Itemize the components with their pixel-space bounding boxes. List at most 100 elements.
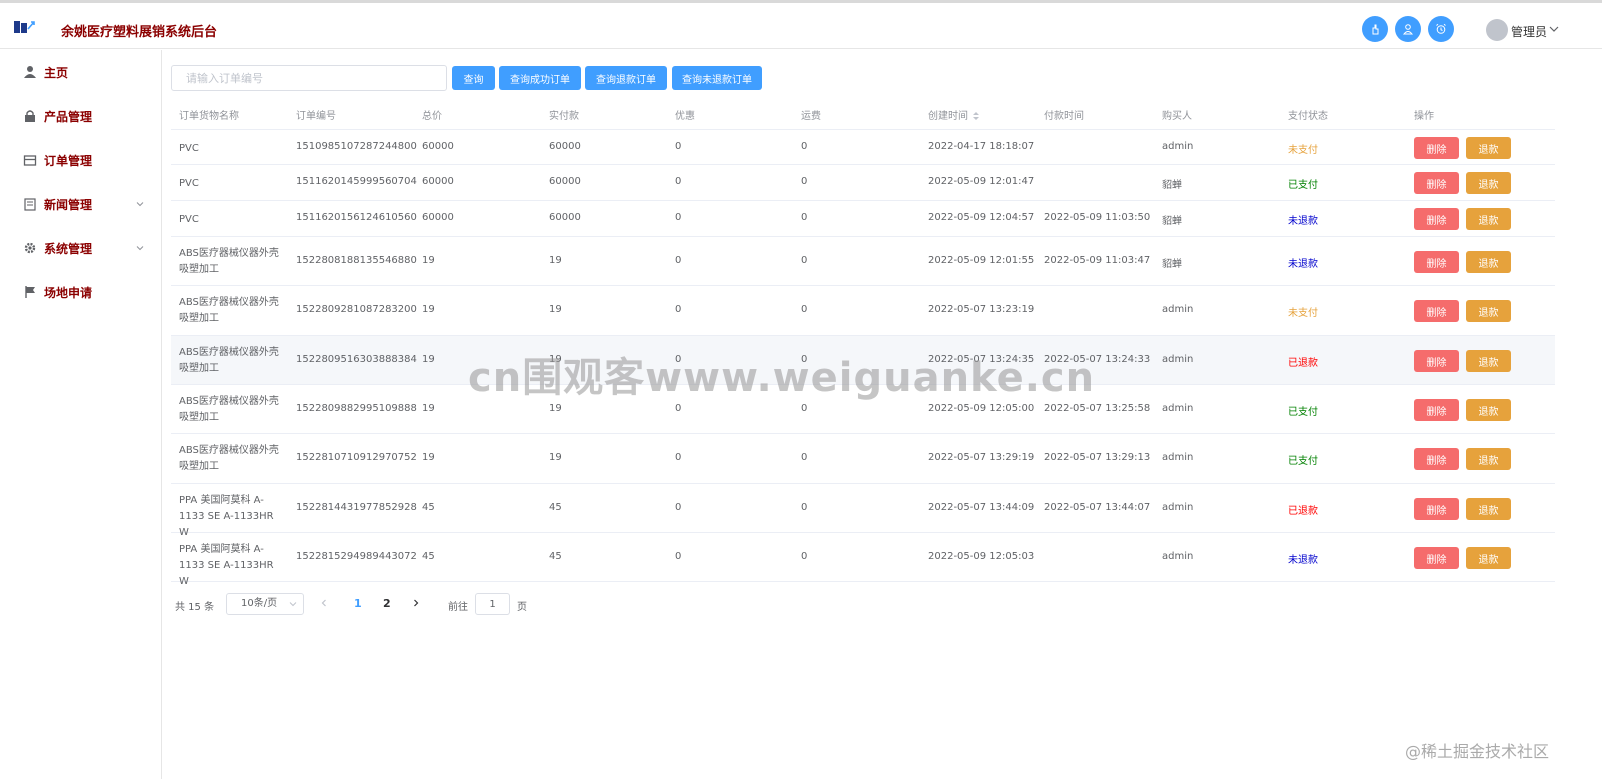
cell-name: ABS医疗器械仪器外壳吸塑加工 [179,347,279,374]
user-badge-icon-button[interactable] [1395,16,1421,42]
delete-button[interactable]: 删除 [1414,137,1459,159]
cell-buyer: admin [1162,403,1194,414]
cell-created: 2022-05-09 12:04:57 [928,212,1035,223]
table-header: 订单货物名称 订单编号 总价 实付款 优惠 运费 创建时间 付款时间 购买人 支… [171,95,1555,130]
table-row[interactable]: ABS医疗器械仪器外壳吸塑加工 1522809281087283200 19 19 0 0… [171,286,1555,336]
query-refund-orders-button[interactable]: 查询退款订单 [585,66,667,90]
chevron-down-icon [136,202,144,207]
cell-name: PPA 美国阿莫科 A-1133 SE A-1133HR W [179,544,274,587]
status-badge: 未退款 [1288,259,1318,270]
col-header-status: 支付状态 [1288,111,1328,122]
delete-button[interactable]: 删除 [1414,399,1459,421]
refund-button[interactable]: 退款 [1466,448,1511,470]
cell-freight: 0 [801,403,808,414]
cell-created: 2022-05-07 13:29:19 [928,452,1035,463]
delete-button[interactable]: 删除 [1414,448,1459,470]
sidebar-item-home[interactable]: 主页 [0,50,161,94]
chevron-right-icon[interactable] [411,598,421,608]
cell-total: 19 [422,255,435,266]
cell-name: ABS医疗器械仪器外壳吸塑加工 [179,297,279,324]
refund-button[interactable]: 退款 [1466,137,1511,159]
cell-order-no: 1511620145999560704 [296,176,417,187]
status-badge: 已支付 [1288,407,1318,418]
refund-button[interactable]: 退款 [1466,350,1511,372]
page-number-2[interactable]: 2 [383,597,391,610]
order-search-input[interactable] [171,65,447,91]
status-badge: 已支付 [1288,456,1318,467]
sidebar-item-orders[interactable]: 订单管理 [0,138,161,182]
table-row[interactable]: PPA 美国阿莫科 A-1133 SE A-1133HR W 1522814431… [171,484,1555,538]
col-header-actions: 操作 [1414,111,1434,122]
refund-button[interactable]: 退款 [1466,208,1511,230]
table-row[interactable]: PVC 1511620145999560704 60000 60000 0 0 2022-0… [171,165,1555,201]
col-header-created-label: 创建时间 [928,111,968,122]
delete-button[interactable]: 删除 [1414,208,1459,230]
table-row[interactable]: PVC 1510985107287244800 60000 60000 0 0 2022-0… [171,130,1555,165]
pagination: 共 15 条 10条/页 1 2 前往 页 [171,592,571,616]
table-row[interactable]: ABS医疗器械仪器外壳吸塑加工 1522810710912970752 19 19 0 0… [171,434,1555,484]
tray-icon [23,155,37,166]
hand-icon-button[interactable] [1362,16,1388,42]
alarm-clock-icon-button[interactable] [1428,16,1454,42]
page-jump-input[interactable] [475,593,510,615]
cell-pay-time: 2022-05-09 11:03:47 [1044,255,1151,266]
chevron-left-icon[interactable] [319,598,329,608]
cell-order-no: 1522809281087283200 [296,304,417,315]
user-name[interactable]: 管理员 [1511,23,1547,40]
sidebar-item-venue[interactable]: 场地申请 [0,270,161,314]
chevron-down-icon [136,246,144,251]
cell-total: 19 [422,403,435,414]
status-badge: 未退款 [1288,216,1318,227]
cell-pay-time: 2022-05-07 13:25:58 [1044,403,1151,414]
avatar[interactable] [1486,19,1508,41]
cell-discount: 0 [675,452,682,463]
cell-paid: 45 [549,551,562,562]
corner-watermark: @稀土掘金技术社区 [1405,742,1550,761]
sort-icon[interactable] [972,111,980,121]
refund-button[interactable]: 退款 [1466,547,1511,569]
delete-button[interactable]: 删除 [1414,547,1459,569]
sidebar-item-label: 场地申请 [44,285,93,300]
sidebar: 主页 产品管理 订单管理 新闻管理 系统管理 场地申请 [0,50,162,779]
table-row[interactable]: PPA 美国阿莫科 A-1133 SE A-1133HR W 1522815294… [171,533,1555,587]
query-success-orders-button[interactable]: 查询成功订单 [499,66,581,90]
query-unrefunded-orders-button[interactable]: 查询未退款订单 [672,66,762,90]
cell-freight: 0 [801,176,808,187]
delete-button[interactable]: 删除 [1414,350,1459,372]
refund-button[interactable]: 退款 [1466,172,1511,194]
delete-button[interactable]: 删除 [1414,251,1459,273]
goto-label: 前往 [448,602,468,613]
cell-total: 45 [422,502,435,513]
refund-button[interactable]: 退款 [1466,251,1511,273]
chevron-down-icon[interactable] [1548,23,1560,35]
refund-button[interactable]: 退款 [1466,399,1511,421]
table-row[interactable]: PVC 1511620156124610560 60000 60000 0 0 2022-0… [171,201,1555,237]
col-header-created[interactable]: 创建时间 [928,107,980,122]
sidebar-item-products[interactable]: 产品管理 [0,94,161,138]
delete-button[interactable]: 删除 [1414,300,1459,322]
page-size-select[interactable]: 10条/页 [226,593,304,615]
cell-freight: 0 [801,502,808,513]
refund-button[interactable]: 退款 [1466,300,1511,322]
cell-name: PVC [179,214,199,225]
refund-button[interactable]: 退款 [1466,498,1511,520]
cell-order-no: 1510985107287244800 [296,141,417,152]
cell-freight: 0 [801,452,808,463]
watermark-text: cn围观客www.weiguanke.cn [468,355,1096,401]
cell-freight: 0 [801,141,808,152]
status-badge: 未退款 [1288,555,1318,566]
status-badge: 已退款 [1288,506,1318,517]
cell-buyer: 貂蝉 [1162,259,1182,270]
table-row[interactable]: ABS医疗器械仪器外壳吸塑加工 1522808188135546880 19 19 0 0… [171,237,1555,286]
cell-discount: 0 [675,212,682,223]
cell-total: 19 [422,304,435,315]
query-button[interactable]: 查询 [452,66,495,90]
cell-discount: 0 [675,551,682,562]
delete-button[interactable]: 删除 [1414,498,1459,520]
cell-freight: 0 [801,304,808,315]
page-number-1[interactable]: 1 [354,597,362,610]
sidebar-item-system[interactable]: 系统管理 [0,226,161,270]
cell-created: 2022-05-07 13:44:09 [928,502,1035,513]
sidebar-item-news[interactable]: 新闻管理 [0,182,161,226]
delete-button[interactable]: 删除 [1414,172,1459,194]
